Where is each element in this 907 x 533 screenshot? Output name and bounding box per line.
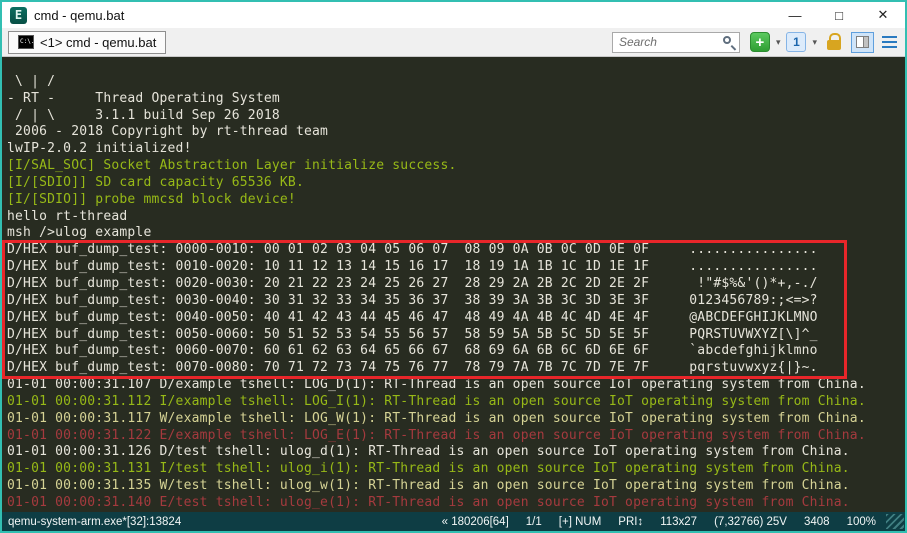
status-cell: PRI↕ — [618, 516, 643, 528]
terminal-output: \ | /- RT - Thread Operating System / | … — [7, 57, 905, 512]
status-cell: (7,32766) 25V — [714, 516, 787, 528]
titlebar: E cmd - qemu.bat — □ ✕ — [2, 2, 905, 28]
lock-icon[interactable] — [827, 40, 841, 50]
status-cell: « 180206[64] — [442, 516, 509, 528]
status-cell: 113x27 — [660, 516, 697, 528]
terminal-line: 01-01 00:00:31.131 I/test tshell: ulog_i… — [7, 461, 905, 478]
terminal-line: \ | / — [7, 74, 905, 91]
window-dropdown-icon[interactable]: ▾ — [812, 37, 817, 48]
status-bar: qemu-system-arm.exe*[32]:13824 « 180206[… — [2, 512, 905, 531]
terminal-line: 01-01 00:00:31.122 E/example tshell: LOG… — [7, 428, 905, 445]
terminal-line: hello rt-thread — [7, 209, 905, 226]
status-cell: 3408 — [804, 516, 830, 528]
terminal-line: 01-01 00:00:31.140 E/test tshell: ulog_e… — [7, 495, 905, 512]
cmd-icon: C:\. — [18, 35, 34, 49]
sidebar-icon — [856, 36, 869, 48]
window-controls: — □ ✕ — [773, 2, 905, 28]
terminal-area[interactable]: \ | /- RT - Thread Operating System / | … — [2, 57, 905, 512]
resize-grip-icon[interactable] — [886, 514, 904, 529]
sidebar-toggle-button[interactable] — [851, 32, 874, 53]
terminal-line: [I/[SDIO]] probe mmcsd block device! — [7, 192, 905, 209]
status-cell: [+] NUM — [559, 516, 602, 528]
statusbar-items: « 180206[64] 1/1 [+] NUM PRI↕ 113x27 (7,32766… — [442, 516, 876, 528]
terminal-line: 01-01 00:00:31.107 D/example tshell: LOG… — [7, 377, 905, 394]
terminal-line: D/HEX buf_dump_test: 0030-0040: 30 31 32… — [7, 293, 905, 310]
maximize-button[interactable]: □ — [817, 2, 861, 28]
tab-label: <1> cmd - qemu.bat — [40, 35, 156, 50]
terminal-line: 01-01 00:00:31.117 W/example tshell: LOG… — [7, 411, 905, 428]
close-button[interactable]: ✕ — [861, 2, 905, 28]
terminal-line: [I/[SDIO]] SD card capacity 65536 KB. — [7, 175, 905, 192]
terminal-line: D/HEX buf_dump_test: 0000-0010: 00 01 02… — [7, 242, 905, 259]
tab-cmd-qemu[interactable]: C:\. <1> cmd - qemu.bat — [8, 31, 166, 54]
terminal-line: D/HEX buf_dump_test: 0050-0060: 50 51 52… — [7, 327, 905, 344]
terminal-line: - RT - Thread Operating System — [7, 91, 905, 108]
terminal-line: 01-01 00:00:31.135 W/test tshell: ulog_w… — [7, 478, 905, 495]
search-input[interactable] — [612, 32, 740, 53]
status-cell: 100% — [847, 516, 876, 528]
status-process-name: qemu-system-arm.exe*[32]:13824 — [8, 516, 181, 528]
new-console-dropdown-icon[interactable]: ▾ — [776, 37, 781, 48]
terminal-line: D/HEX buf_dump_test: 0010-0020: 10 11 12… — [7, 259, 905, 276]
search-box — [612, 32, 740, 53]
new-console-button[interactable]: + — [750, 32, 770, 52]
terminal-line: [I/SAL_SOC] Socket Abstraction Layer ini… — [7, 158, 905, 175]
terminal-line: / | \ 3.1.1 build Sep 26 2018 — [7, 108, 905, 125]
minimize-button[interactable]: — — [773, 2, 817, 28]
search-icon — [723, 36, 731, 44]
main-menu-button[interactable] — [882, 36, 897, 48]
terminal-line: D/HEX buf_dump_test: 0070-0080: 70 71 72… — [7, 360, 905, 377]
terminal-line — [7, 57, 905, 74]
conemu-app-icon: E — [10, 7, 27, 24]
conemu-window: E cmd - qemu.bat — □ ✕ C:\. <1> cmd - qe… — [0, 0, 907, 533]
terminal-line: 01-01 00:00:31.126 D/test tshell: ulog_d… — [7, 444, 905, 461]
terminal-line: 01-01 00:00:31.112 I/example tshell: LOG… — [7, 394, 905, 411]
window-count-button[interactable]: 1 — [786, 32, 806, 52]
tab-bar: C:\. <1> cmd - qemu.bat + ▾ 1 ▾ — [2, 28, 905, 57]
terminal-line: D/HEX buf_dump_test: 0020-0030: 20 21 22… — [7, 276, 905, 293]
status-cell: 1/1 — [526, 516, 542, 528]
toolbar: + ▾ 1 ▾ — [612, 32, 901, 53]
terminal-line: D/HEX buf_dump_test: 0060-0070: 60 61 62… — [7, 343, 905, 360]
terminal-line: 2006 - 2018 Copyright by rt-thread team — [7, 124, 905, 141]
terminal-line: lwIP-2.0.2 initialized! — [7, 141, 905, 158]
terminal-line: msh />ulog example — [7, 225, 905, 242]
terminal-line: D/HEX buf_dump_test: 0040-0050: 40 41 42… — [7, 310, 905, 327]
window-title: cmd - qemu.bat — [34, 8, 124, 23]
